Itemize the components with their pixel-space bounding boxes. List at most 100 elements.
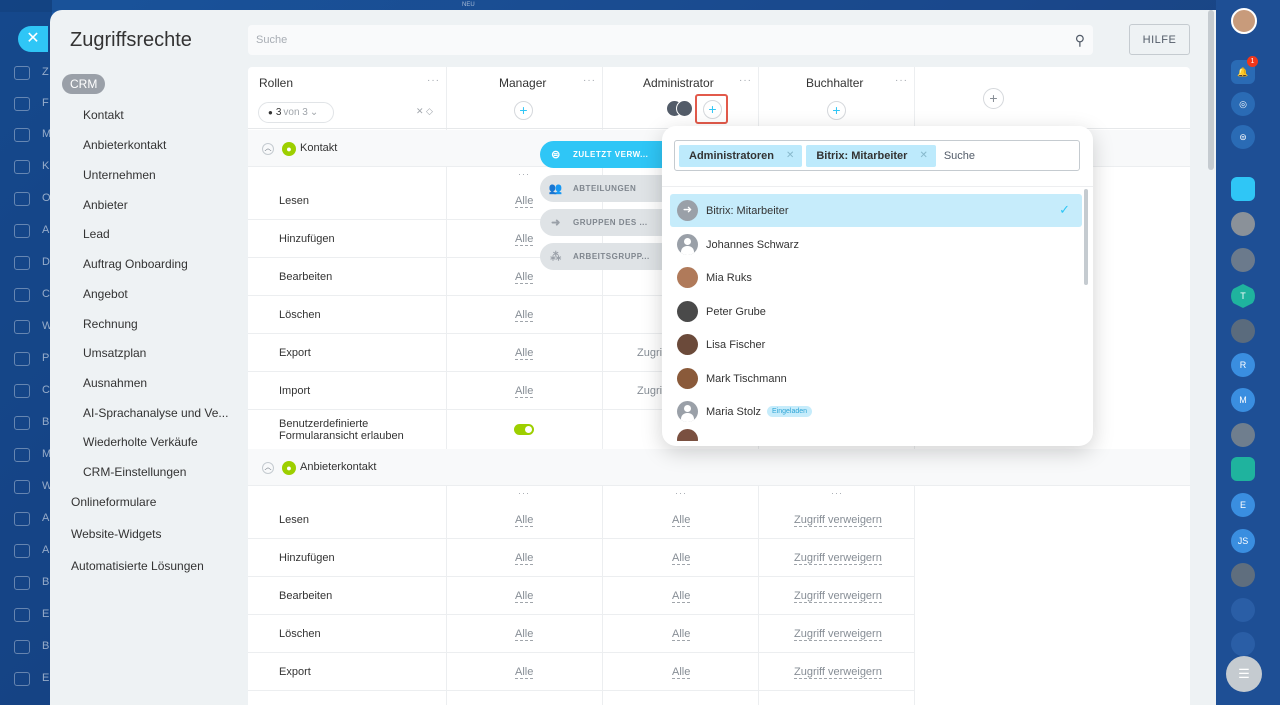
nav-item[interactable]: Auftrag Onboarding	[83, 257, 188, 271]
permission-value[interactable]: Zugri	[637, 347, 662, 359]
popup-scrollbar[interactable]	[1084, 189, 1088, 285]
chat-avatar[interactable]	[1231, 177, 1255, 201]
nav-item[interactable]: Ausnahmen	[83, 376, 147, 390]
permission-value[interactable]: Zugri	[637, 385, 662, 397]
add-member-button[interactable]: +	[827, 101, 846, 120]
more-icon[interactable]: ···	[427, 75, 440, 86]
sort-icon[interactable]: ✕ ◇	[416, 106, 433, 117]
more-icon[interactable]: ···	[831, 488, 843, 498]
more-icon[interactable]: ···	[518, 488, 530, 498]
chat-avatar-r[interactable]: R	[1231, 353, 1255, 377]
search-chat-icon[interactable]: ⊜	[1231, 125, 1255, 149]
nav-item[interactable]: Lead	[83, 227, 110, 241]
permission-value[interactable]: Alle	[515, 233, 534, 246]
chat-avatar[interactable]	[1231, 457, 1255, 481]
nav-top-item[interactable]: Automatisierte Lösungen	[71, 559, 204, 573]
search-icon[interactable]: ⚲	[1075, 32, 1085, 49]
permission-value[interactable]: Alle	[515, 628, 534, 641]
chat-avatar-m[interactable]: M	[1231, 388, 1255, 412]
nav-item[interactable]: Rechnung	[83, 317, 138, 331]
close-icon[interactable]: ✕	[18, 26, 48, 52]
nav-item[interactable]: CRM-Einstellungen	[83, 465, 186, 479]
add-member-button-highlighted[interactable]: +	[695, 94, 728, 124]
chat-avatar[interactable]	[1231, 423, 1255, 447]
chat-avatar[interactable]	[1231, 598, 1255, 622]
chat-avatar[interactable]	[1231, 212, 1255, 236]
nav-item[interactable]: Umsatzplan	[83, 346, 146, 360]
permission-value[interactable]: Alle	[515, 666, 534, 679]
menu-fab-button[interactable]: ☰	[1226, 656, 1262, 692]
chat-avatar[interactable]	[1231, 563, 1255, 587]
nav-top-item[interactable]: Onlineformulare	[71, 495, 156, 509]
remove-chip-icon[interactable]: ✕	[786, 150, 794, 161]
member-avatars[interactable]	[666, 100, 694, 118]
slider-scrollbar[interactable]	[1206, 10, 1216, 705]
user-avatar[interactable]	[1231, 8, 1257, 34]
selected-chip[interactable]: Bitrix: Mitarbeiter ✕	[806, 144, 936, 167]
nav-crm-badge[interactable]: CRM	[62, 74, 106, 94]
permission-value[interactable]: Alle	[672, 552, 691, 565]
nav-item[interactable]: Angebot	[83, 287, 128, 301]
member-search-field[interactable]: Administratoren ✕ Bitrix: Mitarbeiter ✕ Su…	[674, 140, 1080, 171]
permission-value[interactable]: Zugriff verweigern	[794, 590, 882, 603]
list-item[interactable]: Johannes Schwarz	[670, 228, 1082, 261]
permission-value[interactable]: Alle	[515, 514, 534, 527]
chevron-up-icon[interactable]: ︿	[262, 462, 274, 474]
tab-workgroups[interactable]: ⁂ ARBEITSGRUPP...	[540, 243, 665, 270]
permission-value[interactable]: Alle	[672, 590, 691, 603]
help-button[interactable]: HILFE	[1129, 24, 1190, 55]
permission-value[interactable]: Alle	[672, 628, 691, 641]
permission-value[interactable]: Alle	[515, 552, 534, 565]
permission-value[interactable]: Alle	[515, 385, 534, 398]
chevron-up-icon[interactable]: ︿	[262, 143, 274, 155]
nav-item[interactable]: Anbieter	[83, 198, 128, 212]
section-anbieterkontakt[interactable]: ︿ ● Anbieterkontakt	[248, 449, 1190, 486]
list-item[interactable]: Mia Ruks	[670, 261, 1082, 294]
list-item-selected[interactable]: ➜ Bitrix: Mitarbeiter ✓	[670, 194, 1082, 227]
role-counter[interactable]: ● 3 von 3 ⌄	[258, 102, 334, 123]
nav-item[interactable]: Anbieterkontakt	[83, 138, 166, 152]
nav-item[interactable]: AI-Sprachanalyse und Ve...	[83, 406, 228, 420]
nav-item[interactable]: Unternehmen	[83, 168, 156, 182]
more-icon[interactable]: ···	[675, 488, 687, 498]
nav-item[interactable]: Kontakt	[83, 108, 124, 122]
notifications-icon[interactable]: 🔔 1	[1231, 56, 1258, 84]
permission-value[interactable]: Alle	[515, 309, 534, 322]
permission-value[interactable]: Alle	[515, 271, 534, 284]
list-item-partial[interactable]	[670, 429, 1082, 441]
chat-avatar-js[interactable]: JS	[1231, 529, 1255, 553]
more-icon[interactable]: ···	[518, 169, 530, 179]
chat-avatar-e[interactable]: E	[1231, 493, 1255, 517]
permission-value[interactable]: Zugriff verweigern	[794, 628, 882, 641]
permission-value[interactable]: Alle	[515, 195, 534, 208]
activity-icon[interactable]: ◎	[1231, 92, 1255, 116]
selected-chip[interactable]: Administratoren ✕	[679, 144, 803, 167]
more-icon[interactable]: ···	[895, 75, 908, 86]
more-icon[interactable]: ···	[739, 75, 752, 86]
tab-departments[interactable]: 👥 ABTEILUNGEN	[540, 175, 665, 202]
add-member-button[interactable]: +	[514, 101, 533, 120]
permission-value[interactable]: Zugriff verweigern	[794, 514, 882, 527]
list-item[interactable]: Mark Tischmann	[670, 362, 1082, 395]
nav-item[interactable]: Wiederholte Verkäufe	[83, 435, 198, 449]
chat-avatar[interactable]	[1231, 632, 1255, 656]
permission-value[interactable]: Alle	[515, 590, 534, 603]
chat-avatar[interactable]	[1231, 319, 1255, 343]
permission-value[interactable]: Alle	[672, 514, 691, 527]
list-item[interactable]: Peter Grube	[670, 295, 1082, 328]
permission-value[interactable]: Alle	[515, 347, 534, 360]
list-item[interactable]: Lisa Fischer	[670, 328, 1082, 361]
chat-avatar[interactable]	[1231, 248, 1255, 272]
remove-chip-icon[interactable]: ✕	[919, 150, 927, 161]
permission-value[interactable]: Alle	[672, 666, 691, 679]
list-item[interactable]: Maria Stolz Eingeladen	[670, 395, 1082, 428]
custom-form-toggle[interactable]	[514, 424, 534, 435]
permission-value[interactable]: Zugriff verweigern	[794, 552, 882, 565]
add-role-button[interactable]: +	[983, 88, 1004, 109]
more-icon[interactable]: ···	[583, 75, 596, 86]
tab-recent[interactable]: ⊜ ZULETZT VERW...	[540, 141, 665, 168]
search-input[interactable]: Suche ⚲	[248, 25, 1093, 55]
permission-value[interactable]: Zugriff verweigern	[794, 666, 882, 679]
tab-groups[interactable]: ➜ GRUPPEN DES ...	[540, 209, 665, 236]
nav-top-item[interactable]: Website-Widgets	[71, 527, 161, 541]
